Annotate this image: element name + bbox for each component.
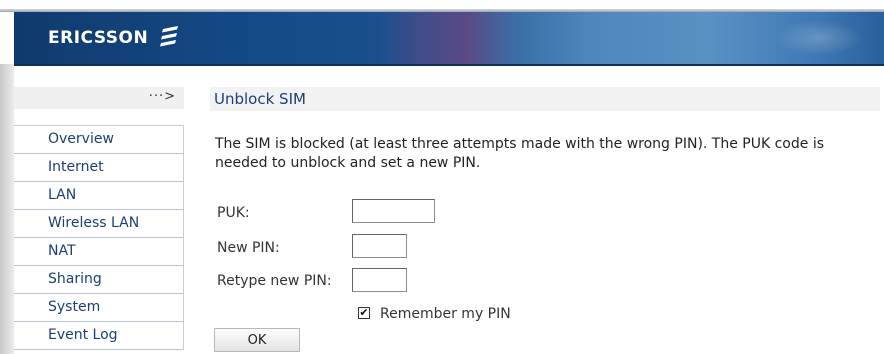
remember-pin-checkbox[interactable]: ✔ bbox=[358, 307, 370, 319]
puk-input[interactable] bbox=[352, 199, 435, 223]
sidebar-item-event-log[interactable]: Event Log bbox=[14, 322, 184, 350]
sidebar-item-lan[interactable]: LAN bbox=[14, 182, 184, 210]
ok-button[interactable]: OK bbox=[214, 328, 300, 352]
sidebar-item-sharing[interactable]: Sharing bbox=[14, 266, 184, 294]
intro-text: The SIM is blocked (at least three attem… bbox=[215, 136, 825, 171]
window-top-edge bbox=[0, 0, 884, 12]
sidebar-nav: Overview Internet LAN Wireless LAN NAT S… bbox=[14, 125, 184, 350]
retype-pin-label: Retype new PIN: bbox=[217, 273, 332, 289]
sidebar-item-system[interactable]: System bbox=[14, 294, 184, 322]
new-pin-input[interactable] bbox=[352, 234, 407, 258]
sidebar-item-overview[interactable]: Overview bbox=[14, 125, 184, 154]
breadcrumb: ···> bbox=[14, 87, 184, 109]
new-pin-label: New PIN: bbox=[217, 240, 280, 256]
page-title: Unblock SIM bbox=[214, 90, 306, 108]
remember-pin-label: Remember my PIN bbox=[380, 306, 511, 322]
title-bar: Unblock SIM bbox=[210, 87, 880, 111]
sidebar-item-wireless-lan[interactable]: Wireless LAN bbox=[14, 210, 184, 238]
puk-label: PUK: bbox=[217, 205, 250, 221]
sidebar-item-nat[interactable]: NAT bbox=[14, 238, 184, 266]
breadcrumb-arrow-icon: ···> bbox=[148, 89, 176, 104]
brand-name: ERICSSON bbox=[48, 28, 149, 48]
retype-pin-input[interactable] bbox=[352, 268, 407, 292]
ericsson-stripes-icon bbox=[160, 26, 178, 47]
left-edge-shade bbox=[0, 64, 14, 354]
banner-decoration bbox=[774, 20, 864, 56]
header-banner: ERICSSON bbox=[14, 12, 884, 66]
sidebar-item-internet[interactable]: Internet bbox=[14, 154, 184, 182]
